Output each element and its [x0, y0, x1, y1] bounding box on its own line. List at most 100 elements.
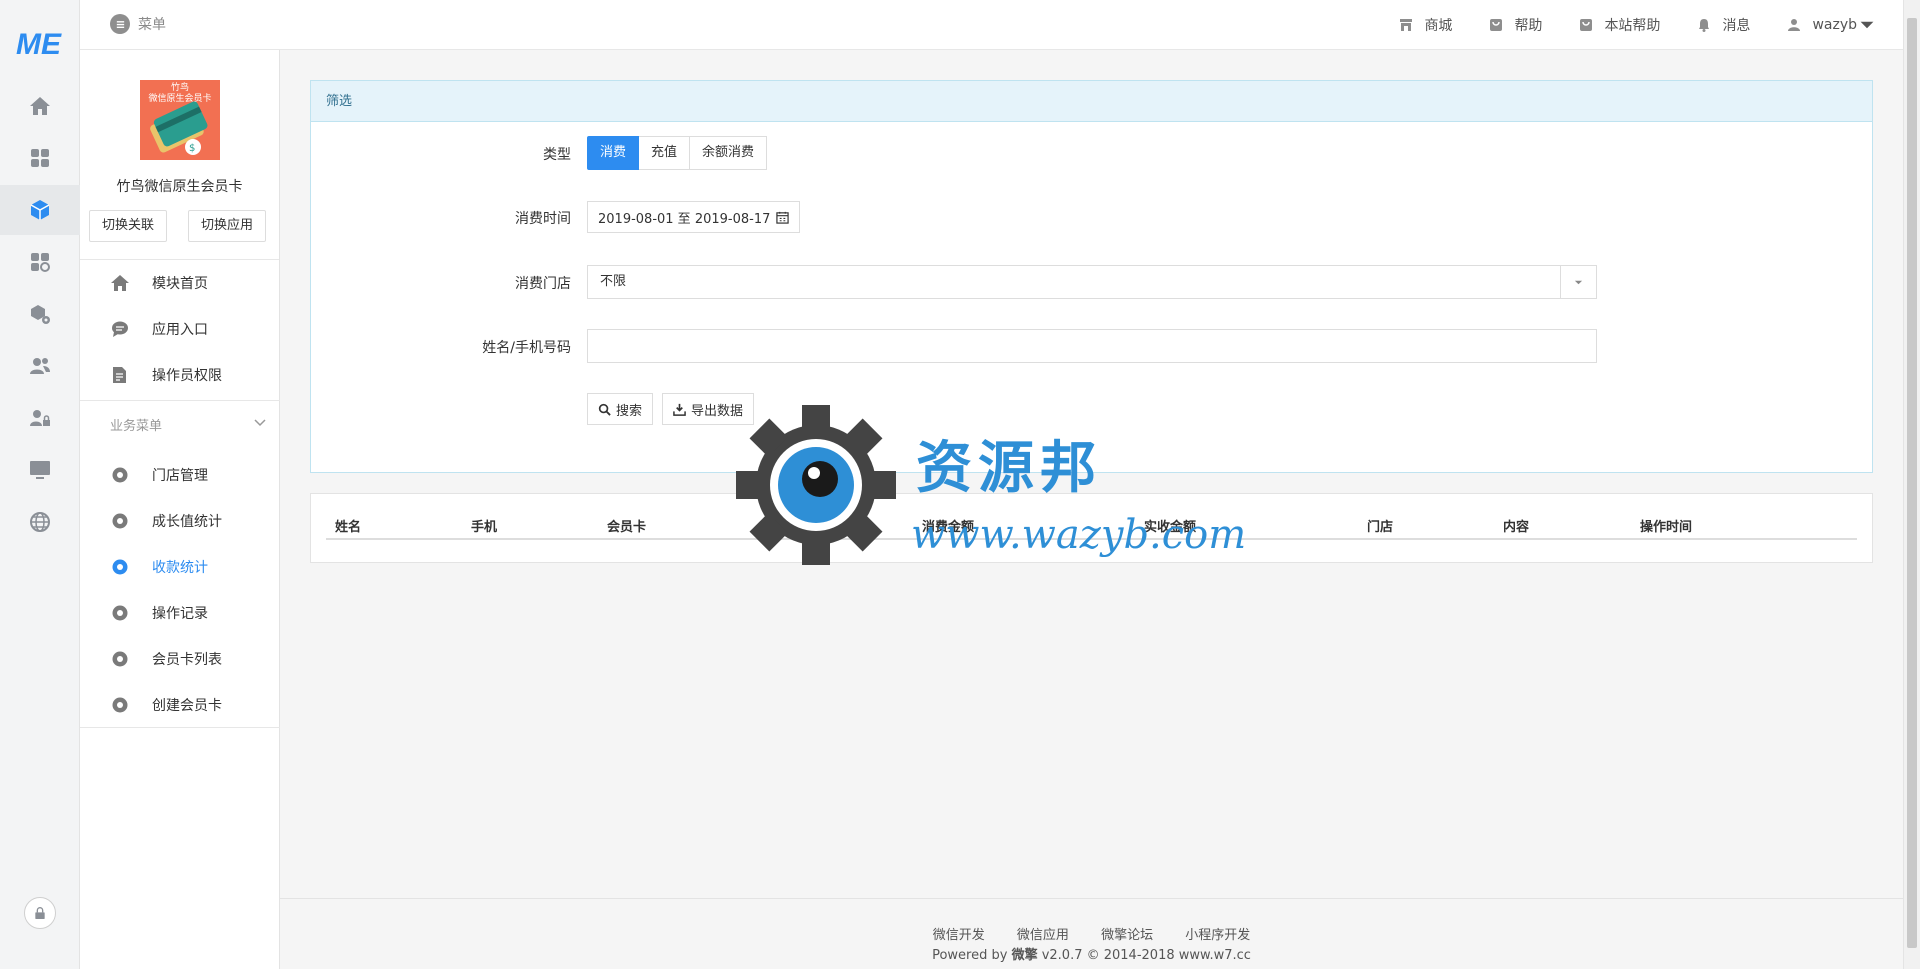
top-nav-store-label: 商城	[1424, 18, 1453, 34]
copyright-brand: 微擎	[1011, 948, 1038, 963]
sidebar-item-operator-permissions[interactable]: 操作员权限	[80, 352, 280, 397]
sidebar-item-label: 操作记录	[152, 605, 208, 622]
users-icon	[30, 358, 50, 374]
user-lock-icon	[30, 410, 50, 426]
menu-list-icon	[110, 14, 130, 34]
footer-link-wechat-apps[interactable]: 微信应用	[1017, 928, 1069, 943]
caret-down-icon	[1860, 21, 1874, 29]
rail-apps[interactable]	[0, 133, 80, 183]
footer: 微信开发 微信应用 微擎论坛 小程序开发 Powered by 微擎 v2.0.…	[280, 898, 1903, 969]
name-phone-input[interactable]	[587, 329, 1597, 363]
bag-icon	[1490, 19, 1503, 31]
sidebar-item-app-entry[interactable]: 应用入口	[80, 306, 280, 351]
document-icon	[113, 366, 126, 383]
sidebar-item-operation-log[interactable]: 操作记录	[80, 590, 280, 635]
col-name: 姓名	[335, 520, 362, 535]
chevron-down-icon[interactable]	[253, 416, 267, 430]
sidebar-item-module-home[interactable]: 模块首页	[80, 260, 280, 305]
footer-link-wechat-dev[interactable]: 微信开发	[933, 928, 985, 943]
sidebar-item-label: 收款统计	[152, 559, 208, 576]
sidebar-item-card-list[interactable]: 会员卡列表	[80, 636, 280, 681]
top-nav-store[interactable]: 商城	[1398, 15, 1452, 35]
sidebar-divider	[80, 400, 280, 401]
type-option-balance-consume[interactable]: 余额消费	[690, 136, 768, 170]
sidebar-group-label: 业务菜单	[110, 419, 163, 434]
cube-icon	[30, 200, 50, 220]
search-button[interactable]: 搜索	[587, 393, 654, 425]
footer-link-miniprogram[interactable]: 小程序开发	[1185, 928, 1250, 943]
sidebar-item-label: 门店管理	[152, 467, 208, 484]
top-nav-messages-label: 消息	[1722, 18, 1751, 34]
top-nav-site-help-label: 本站帮助	[1604, 18, 1661, 34]
rail-user-lock[interactable]	[0, 393, 80, 443]
select-arrow[interactable]	[1560, 266, 1596, 298]
switch-app-button[interactable]: 切换应用	[188, 210, 267, 242]
col-store: 门店	[1367, 520, 1394, 535]
bag-icon	[1580, 19, 1593, 31]
icon-rail: ME	[0, 0, 80, 969]
switch-link-button[interactable]: 切换关联	[89, 210, 168, 242]
rail-modules[interactable]	[0, 185, 80, 235]
col-content: 内容	[1503, 520, 1530, 535]
sidebar-item-create-card[interactable]: 创建会员卡	[80, 682, 280, 727]
package-settings-icon	[31, 305, 50, 324]
type-option-recharge[interactable]: 充值	[639, 136, 691, 170]
rail-globe[interactable]	[0, 497, 80, 547]
member-card-icon: $	[150, 101, 208, 155]
caret-down-icon	[1574, 280, 1583, 284]
watermark-title: 资源邦	[916, 435, 1102, 501]
footer-links: 微信开发 微信应用 微擎论坛 小程序开发	[280, 924, 1903, 943]
date-range-picker[interactable]: 2019-08-01 至 2019-08-17	[587, 201, 801, 233]
top-nav-user[interactable]: wazyb	[1786, 17, 1875, 33]
gear-icon	[112, 467, 128, 482]
page-scrollbar[interactable]	[1903, 0, 1920, 969]
sidebar-item-label: 创建会员卡	[152, 697, 222, 714]
watermark-gear-eye-icon	[736, 405, 896, 565]
type-option-consume[interactable]: 消费	[587, 136, 640, 170]
sidebar-item-label: 应用入口	[152, 321, 208, 338]
rail-extensions[interactable]	[0, 237, 80, 287]
store-icon	[1400, 19, 1413, 31]
menu-toggle[interactable]: 菜单	[110, 14, 166, 34]
footer-link-forum[interactable]: 微擎论坛	[1101, 928, 1153, 943]
calendar-icon	[776, 211, 790, 224]
watermark: 资源邦 www.wazyb.com	[736, 405, 1246, 565]
store-select[interactable]: 不限	[587, 265, 1597, 299]
svg-text:$: $	[189, 143, 195, 154]
sidebar-divider	[80, 727, 280, 728]
footer-copyright: Powered by 微擎 v2.0.7 © 2014-2018 www.w7.…	[280, 944, 1903, 963]
copyright-prefix: Powered by	[932, 948, 1012, 963]
gear-icon	[112, 559, 128, 574]
col-time: 操作时间	[1640, 520, 1693, 535]
rail-monitor[interactable]	[0, 445, 80, 495]
sidebar-item-store-management[interactable]: 门店管理	[80, 452, 280, 497]
lock-button[interactable]	[24, 897, 56, 929]
type-segmented-control: 消费 充值 余额消费	[587, 136, 768, 170]
sidebar-item-growth-stats[interactable]: 成长值统计	[80, 498, 280, 543]
sidebar-item-label: 模块首页	[152, 275, 208, 292]
module-thumbnail: 竹鸟 微信原生会员卡 $	[140, 80, 220, 160]
rail-package-settings[interactable]	[0, 289, 80, 339]
svg-text:ME: ME	[16, 28, 62, 61]
gear-icon	[112, 651, 128, 666]
scrollbar-thumb[interactable]	[1907, 18, 1917, 948]
home-icon	[111, 274, 129, 291]
module-title: 竹鸟微信原生会员卡	[116, 179, 243, 195]
sidebar-item-payment-stats[interactable]: 收款统计	[80, 544, 280, 589]
download-icon	[673, 403, 686, 416]
logo-icon: ME	[16, 28, 62, 61]
rail-home[interactable]	[0, 81, 80, 131]
modules-icon	[31, 253, 50, 272]
top-nav-site-help[interactable]: 本站帮助	[1578, 15, 1660, 35]
top-nav-help[interactable]: 帮助	[1488, 15, 1542, 35]
copyright-suffix: v2.0.7 © 2014-2018 www.w7.cc	[1037, 948, 1251, 963]
type-label: 类型	[543, 147, 571, 163]
app-logo[interactable]: ME	[14, 22, 66, 62]
watermark-url: www.wazyb.com	[911, 512, 1247, 558]
rail-users[interactable]	[0, 341, 80, 391]
filter-panel-title: 筛选	[311, 81, 1872, 122]
module-card: 竹鸟 微信原生会员卡 $ 竹鸟微信原生会员卡 切换关联 切换应用	[80, 50, 279, 260]
top-nav-help-label: 帮助	[1514, 18, 1543, 34]
sidebar-item-label: 会员卡列表	[152, 651, 222, 668]
top-nav-messages[interactable]: 消息	[1696, 15, 1750, 35]
